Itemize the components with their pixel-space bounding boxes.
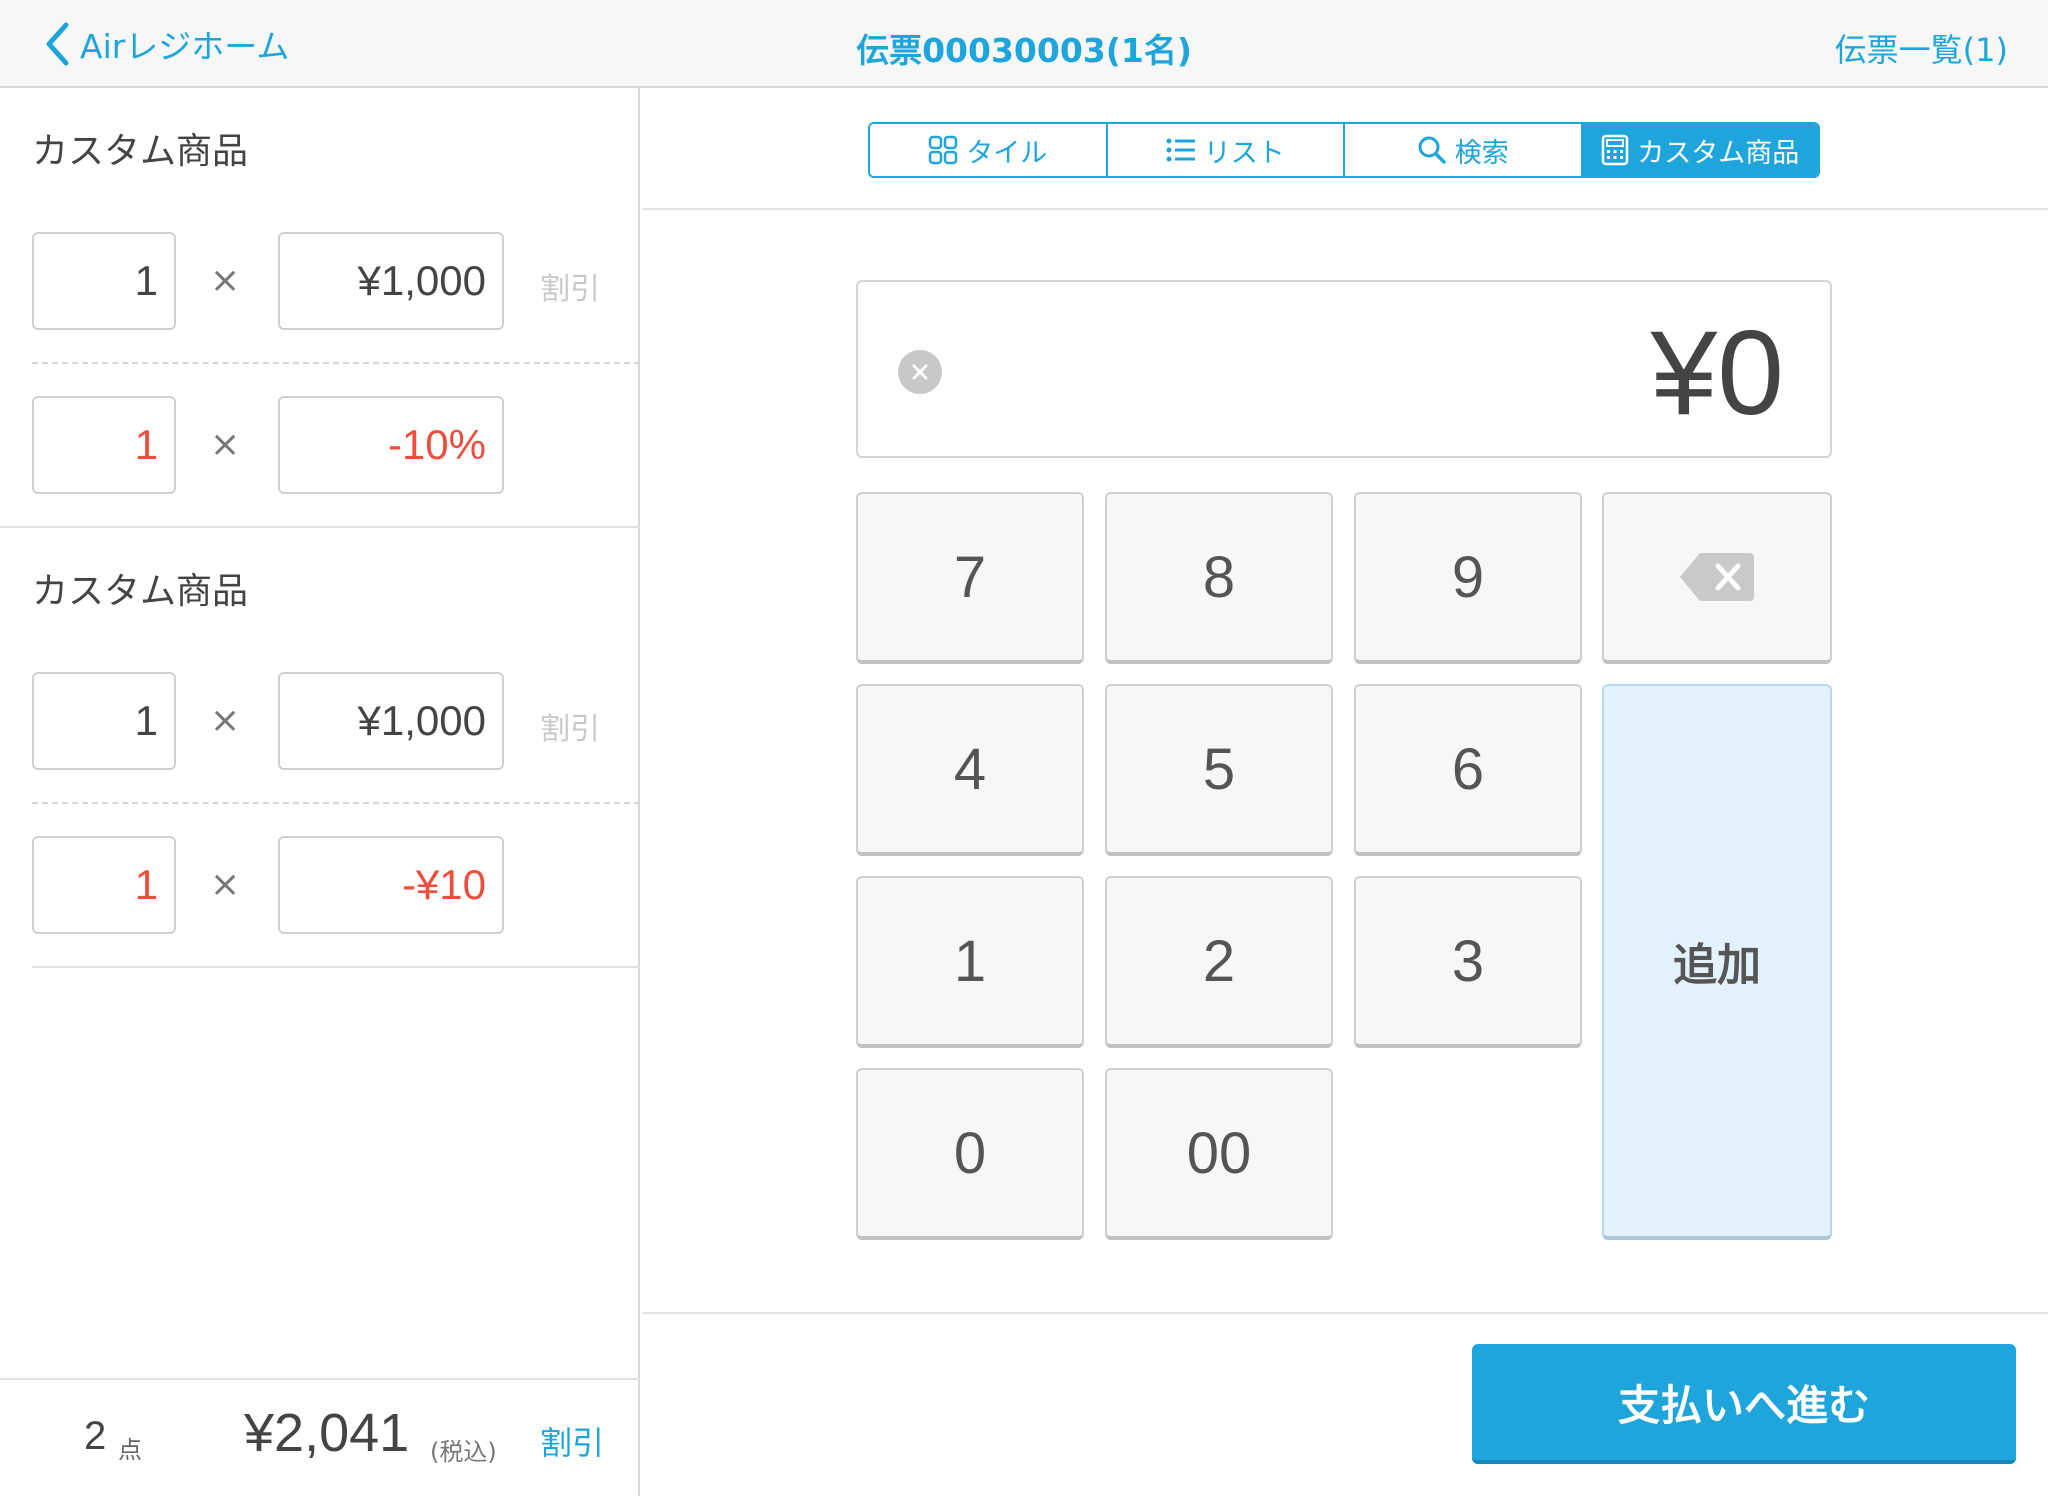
order-panel: カスタム商品 1 × ¥1,000 割引 1 × -10% カスタム商品 1 ×… [0, 88, 640, 1496]
calculator-icon [1602, 134, 1629, 166]
key-3[interactable]: 3 [1354, 876, 1582, 1048]
key-2[interactable]: 2 [1105, 876, 1333, 1048]
multiply-sign: × [210, 424, 241, 465]
view-mode-tabs: タイル リスト 検索 カスタム商品 [868, 122, 1820, 178]
key-7[interactable]: 7 [856, 492, 1084, 664]
proceed-to-payment-button[interactable]: 支払いへ進む [1472, 1344, 2016, 1464]
divider [0, 526, 640, 528]
tab-list[interactable]: リスト [1107, 124, 1345, 176]
multiply-sign: × [210, 864, 241, 905]
tab-label: カスタム商品 [1637, 137, 1800, 169]
backspace-button[interactable] [1602, 492, 1832, 664]
order-total: ¥2,041 [244, 1403, 410, 1463]
item-count-unit: 点 [118, 1436, 142, 1464]
discount-quantity-field[interactable]: 1 [32, 396, 176, 494]
item-count: 2 [84, 1414, 107, 1458]
close-icon [912, 364, 928, 380]
key-4[interactable]: 4 [856, 684, 1084, 856]
discount-link[interactable]: 割引 [540, 704, 600, 748]
discount-link[interactable]: 割引 [540, 264, 600, 308]
key-00[interactable]: 00 [1105, 1068, 1333, 1240]
key-5[interactable]: 5 [1105, 684, 1333, 856]
key-9[interactable]: 9 [1354, 492, 1582, 664]
divider [32, 802, 640, 804]
divider [32, 362, 640, 364]
key-6[interactable]: 6 [1354, 684, 1582, 856]
quantity-field[interactable]: 1 [32, 232, 176, 330]
add-button[interactable]: 追加 [1602, 684, 1832, 1240]
discount-value-field[interactable]: -10% [278, 396, 504, 494]
discount-value-field[interactable]: -¥10 [278, 836, 504, 934]
tab-custom-product[interactable]: カスタム商品 [1582, 124, 1818, 176]
key-0[interactable]: 0 [856, 1068, 1084, 1240]
item-title: カスタム商品 [32, 131, 249, 172]
tab-label: リスト [1203, 137, 1285, 169]
divider [32, 966, 640, 968]
divider [642, 1312, 2048, 1314]
backspace-icon [1680, 553, 1754, 601]
discount-quantity-field[interactable]: 1 [32, 836, 176, 934]
multiply-sign: × [210, 700, 241, 741]
key-8[interactable]: 8 [1105, 492, 1333, 664]
divider [642, 208, 2048, 210]
order-summary: 2 点 ¥2,041 (税込) 割引 [0, 1378, 640, 1496]
price-field[interactable]: ¥1,000 [278, 672, 504, 770]
item-title: カスタム商品 [32, 571, 249, 612]
clear-button[interactable] [898, 350, 942, 394]
amount-value: ¥0 [1650, 306, 1784, 440]
tab-tile[interactable]: タイル [870, 124, 1108, 176]
key-1[interactable]: 1 [856, 876, 1084, 1048]
page-title: 伝票00030003(1名) [856, 31, 1192, 70]
tab-search[interactable]: 検索 [1345, 124, 1583, 176]
navigation-bar: Airレジホーム 伝票00030003(1名) 伝票一覧(1) [0, 0, 2048, 88]
quantity-field[interactable]: 1 [32, 672, 176, 770]
amount-display: ¥0 [856, 280, 1832, 458]
list-icon [1166, 138, 1195, 162]
tab-label: 検索 [1454, 137, 1509, 169]
price-field[interactable]: ¥1,000 [278, 232, 504, 330]
search-icon [1418, 136, 1446, 164]
tax-included-label: (税込) [430, 1438, 497, 1466]
input-panel: タイル リスト 検索 カスタム商品 ¥0 7 8 9 4 5 6 1 2 3 0… [642, 88, 2048, 1496]
grid-icon [929, 135, 958, 165]
tab-label: タイル [966, 137, 1048, 169]
slip-list-button[interactable]: 伝票一覧(1) [1835, 25, 2008, 71]
multiply-sign: × [210, 260, 241, 301]
order-discount-link[interactable]: 割引 [540, 1418, 604, 1464]
